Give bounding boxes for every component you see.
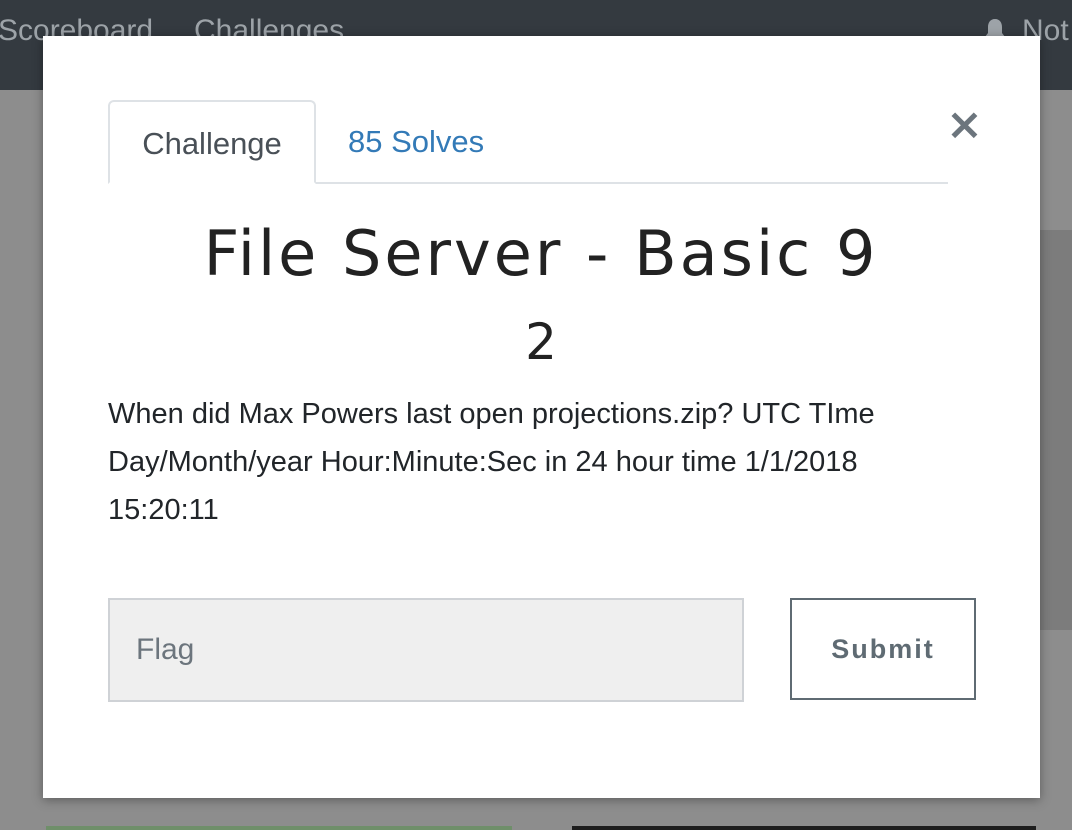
- challenge-points: 2: [525, 313, 557, 371]
- background-panel: [1036, 230, 1072, 630]
- submit-button[interactable]: Submit: [790, 598, 976, 700]
- background-card-right: [572, 826, 1036, 830]
- tab-challenge[interactable]: Challenge: [108, 100, 316, 184]
- close-icon[interactable]: ×: [946, 103, 983, 147]
- tab-solves[interactable]: 85 Solves: [348, 100, 484, 184]
- challenge-description: When did Max Powers last open projection…: [108, 398, 875, 526]
- modal-tabs: Challenge 85 Solves: [108, 100, 948, 184]
- background-card-left: [46, 826, 512, 830]
- challenge-title: File Server - Basic 9: [203, 217, 879, 290]
- flag-input[interactable]: [108, 598, 744, 702]
